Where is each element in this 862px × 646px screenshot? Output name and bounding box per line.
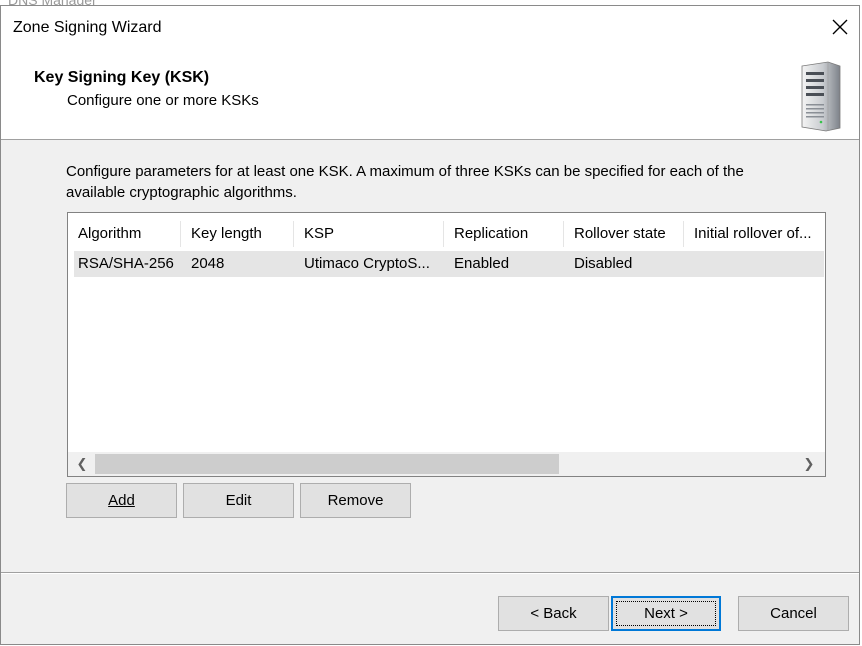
back-button[interactable]: < Back [498, 596, 609, 631]
edit-button-label: Edit [225, 492, 252, 509]
column-header-algorithm[interactable]: Algorithm [68, 221, 181, 247]
page-subtitle: Configure one or more KSKs [67, 92, 259, 109]
wizard-header: Key Signing Key (KSK) Configure one or m… [1, 50, 859, 140]
horizontal-scrollbar[interactable]: ❮ ❯ [68, 452, 825, 476]
close-icon[interactable] [829, 16, 851, 38]
page-title: Key Signing Key (KSK) [34, 69, 210, 86]
cancel-button-label: Cancel [770, 605, 817, 622]
add-button-label: Add [108, 492, 135, 509]
focus-rectangle [616, 601, 716, 626]
remove-button[interactable]: Remove [300, 483, 411, 518]
footer-divider-highlight [1, 573, 859, 574]
next-button[interactable]: Next > [611, 596, 721, 631]
cell-rollover-state: Disabled [574, 255, 633, 272]
cell-ksp: Utimaco CryptoS... [304, 255, 430, 272]
title-bar: Zone Signing Wizard [1, 6, 859, 50]
ksk-list[interactable]: Algorithm Key length KSP Replication Rol… [67, 212, 826, 477]
edit-button[interactable]: Edit [183, 483, 294, 518]
ksk-list-header: Algorithm Key length KSP Replication Rol… [68, 221, 825, 247]
instructions-line-2: available cryptographic algorithms. [66, 184, 297, 201]
column-header-ksp[interactable]: KSP [294, 221, 444, 247]
cell-replication: Enabled [454, 255, 510, 272]
add-button[interactable]: Add [66, 483, 177, 518]
remove-button-label: Remove [327, 492, 384, 509]
scroll-left-icon[interactable]: ❮ [74, 454, 90, 474]
scroll-right-icon[interactable]: ❯ [801, 454, 817, 474]
instructions-line-1: Configure parameters for at least one KS… [66, 163, 744, 180]
server-icon [801, 61, 841, 132]
column-header-rollover-state[interactable]: Rollover state [564, 221, 684, 247]
table-row[interactable]: RSA/SHA-256 2048 Utimaco CryptoS... Enab… [74, 251, 824, 277]
instructions-text: Configure parameters for at least one KS… [66, 161, 826, 203]
wizard-window: Zone Signing Wizard Key Signing Key (KSK… [0, 5, 860, 645]
cell-key-length: 2048 [191, 255, 225, 272]
column-header-initial-rollover[interactable]: Initial rollover of... [684, 221, 825, 247]
window-title: Zone Signing Wizard [13, 19, 162, 36]
scrollbar-thumb[interactable] [95, 454, 559, 474]
back-button-label: < Back [530, 605, 577, 622]
column-header-key-length[interactable]: Key length [181, 221, 294, 247]
cell-algorithm: RSA/SHA-256 [78, 255, 174, 272]
column-header-replication[interactable]: Replication [444, 221, 564, 247]
cancel-button[interactable]: Cancel [738, 596, 849, 631]
cell-initial-rollover [690, 251, 824, 277]
